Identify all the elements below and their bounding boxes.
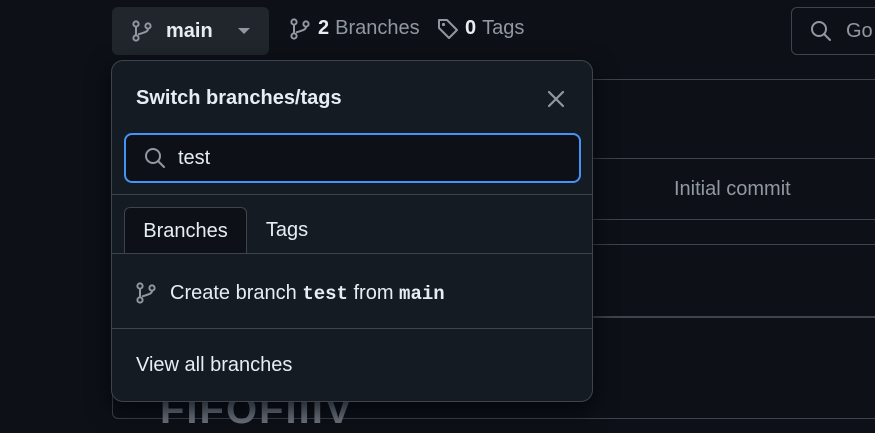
branches-count: 2 bbox=[318, 17, 330, 39]
divider bbox=[112, 194, 592, 195]
go-to-file-input[interactable]: Go bbox=[791, 7, 875, 55]
tags-link[interactable]: 0 Tags bbox=[437, 17, 524, 40]
tab-branches[interactable]: Branches bbox=[124, 207, 247, 254]
tags-label: Tags bbox=[482, 17, 525, 39]
branch-selector-label: main bbox=[166, 19, 213, 42]
view-all-branches-link[interactable]: View all branches bbox=[136, 354, 292, 377]
create-branch-text: Create branch test from main bbox=[170, 282, 445, 305]
source-branch-name: main bbox=[399, 282, 445, 305]
tags-count: 0 bbox=[465, 17, 477, 39]
divider bbox=[112, 328, 592, 329]
left-gutter bbox=[0, 0, 110, 409]
commit-message[interactable]: Initial commit bbox=[674, 178, 791, 201]
branch-switcher-dropdown: Switch branches/tags Branches Tags C bbox=[111, 60, 593, 402]
search-icon bbox=[144, 147, 166, 169]
git-branch-icon bbox=[132, 20, 152, 42]
branch-selector-button[interactable]: main bbox=[112, 7, 269, 55]
tab-tags[interactable]: Tags bbox=[252, 207, 322, 254]
search-icon bbox=[810, 20, 832, 42]
branch-filter-input[interactable] bbox=[124, 133, 581, 183]
git-branch-icon bbox=[290, 17, 310, 40]
create-branch-prefix: Create branch bbox=[170, 281, 297, 304]
go-to-file-placeholder: Go bbox=[846, 19, 873, 42]
close-icon[interactable] bbox=[544, 87, 568, 111]
create-branch-item[interactable]: Create branch test from main bbox=[112, 269, 592, 317]
chevron-down-icon bbox=[237, 27, 251, 35]
tabs-divider bbox=[112, 253, 592, 254]
branches-label: Branches bbox=[335, 17, 420, 39]
git-branch-icon bbox=[136, 282, 156, 304]
tag-icon bbox=[437, 18, 459, 40]
new-branch-name: test bbox=[302, 282, 348, 305]
create-branch-middle: from bbox=[353, 281, 394, 304]
branch-filter-field[interactable] bbox=[178, 146, 558, 170]
dropdown-title: Switch branches/tags bbox=[136, 87, 342, 109]
branches-link[interactable]: 2 Branches bbox=[290, 17, 420, 40]
